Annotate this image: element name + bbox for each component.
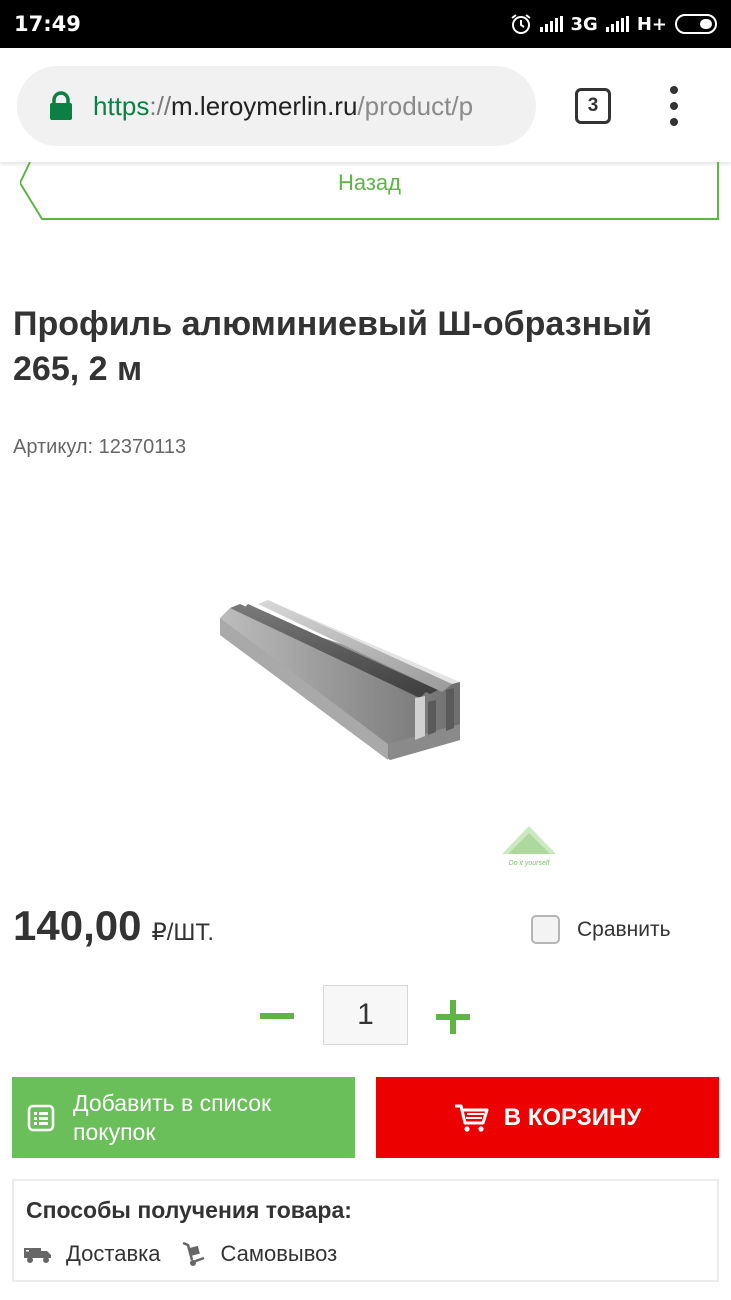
status-time: 17:49 bbox=[14, 12, 81, 36]
quantity-input[interactable]: 1 bbox=[323, 985, 408, 1045]
price-unit: ₽/ШТ. bbox=[151, 919, 215, 946]
add-to-shopping-list-button[interactable]: Добавить в список покупок bbox=[12, 1077, 355, 1158]
hand-truck-icon bbox=[183, 1241, 205, 1266]
delivery-methods: Способы получения товара: Доставка Самов… bbox=[12, 1179, 719, 1282]
signal-icon bbox=[539, 16, 563, 32]
network-type: 3G bbox=[570, 13, 598, 35]
tab-switcher-button[interactable]: 3 bbox=[575, 88, 611, 124]
price-value: 140,00 bbox=[13, 902, 142, 949]
leroy-merlin-logo: Do it yourself bbox=[502, 826, 556, 867]
product-image[interactable] bbox=[210, 590, 470, 770]
url-separator: :// bbox=[149, 90, 172, 121]
product-title: Профиль алюминиевый Ш-образный 265, 2 м bbox=[13, 305, 653, 388]
list-icon bbox=[27, 1104, 55, 1131]
truck-icon bbox=[24, 1248, 51, 1263]
signal-icon-2 bbox=[605, 16, 629, 32]
delivery-options: Доставка Самовывоз bbox=[24, 1241, 357, 1267]
back-label: Назад bbox=[337, 170, 402, 195]
delivery-option[interactable]: Доставка bbox=[24, 1241, 160, 1267]
cart-icon bbox=[454, 1104, 489, 1132]
lock-icon bbox=[50, 91, 72, 120]
url-host: m.leroymerlin.ru bbox=[171, 90, 358, 121]
svg-text:Do it yourself: Do it yourself bbox=[509, 860, 551, 867]
add-to-list-label: Добавить в список покупок bbox=[73, 1089, 272, 1145]
delivery-title: Способы получения товара: bbox=[26, 1197, 352, 1223]
alarm-icon bbox=[510, 14, 531, 34]
status-icons: 3G H+ bbox=[510, 13, 717, 35]
delivery-option-label: Доставка bbox=[66, 1241, 161, 1266]
url-path: /product/p bbox=[357, 90, 474, 121]
compare-checkbox[interactable] bbox=[531, 915, 560, 944]
product-sku: Артикул: 12370113 bbox=[13, 436, 187, 458]
pickup-option-label: Самовывоз bbox=[220, 1241, 338, 1266]
battery-icon bbox=[675, 14, 717, 34]
compare-label: Сравнить bbox=[577, 917, 671, 941]
back-button[interactable]: Назад bbox=[20, 162, 719, 220]
compare-toggle[interactable]: Сравнить bbox=[531, 915, 671, 944]
browser-menu-button[interactable] bbox=[662, 86, 686, 126]
add-to-cart-button[interactable]: В КОРЗИНУ bbox=[376, 1077, 719, 1158]
add-to-cart-label: В КОРЗИНУ bbox=[503, 1103, 642, 1131]
quantity-decrease-button[interactable] bbox=[260, 1000, 296, 1034]
address-bar[interactable]: https://m.leroymerlin.ru/product/p bbox=[17, 66, 536, 146]
tab-count: 3 bbox=[587, 95, 599, 116]
url-text: https://m.leroymerlin.ru/product/p bbox=[93, 91, 473, 122]
url-scheme: https bbox=[93, 90, 150, 121]
status-bar: 17:49 3G H+ bbox=[0, 0, 731, 48]
quantity-increase-button[interactable] bbox=[436, 1000, 472, 1034]
browser-toolbar: https://m.leroymerlin.ru/product/p 3 bbox=[0, 48, 731, 162]
pickup-option[interactable]: Самовывоз bbox=[180, 1241, 337, 1267]
network-type-2: H+ bbox=[636, 13, 667, 35]
price: 140,00 ₽/ШТ. bbox=[13, 902, 214, 950]
